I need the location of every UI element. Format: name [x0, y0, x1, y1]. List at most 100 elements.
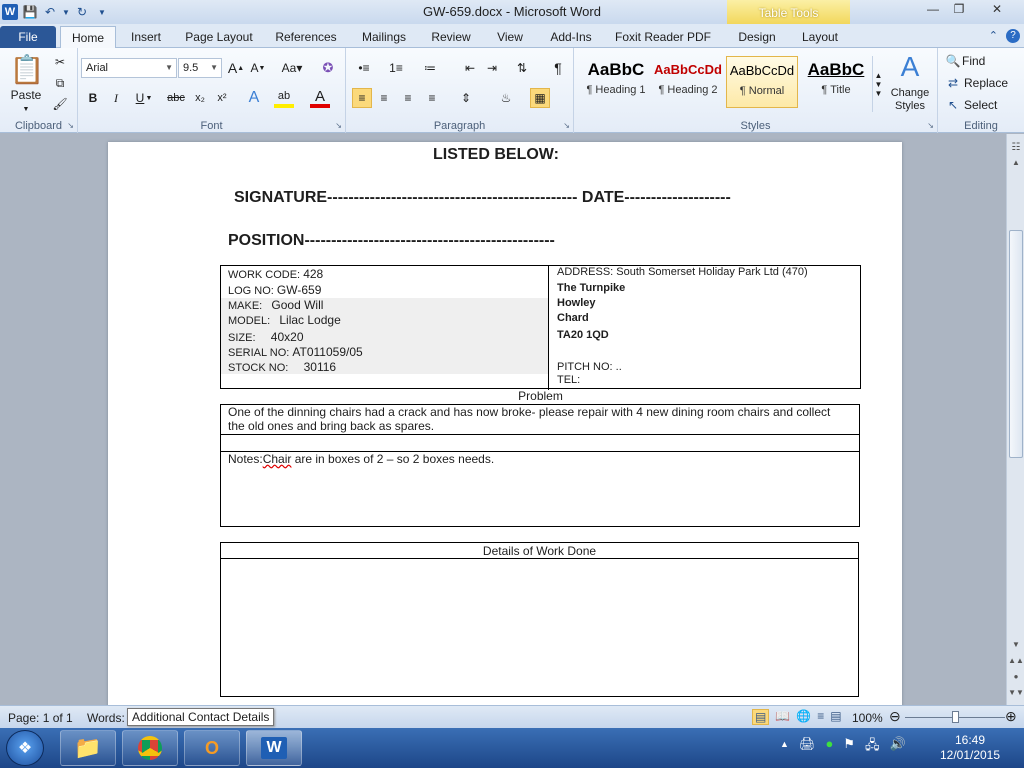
select-button[interactable]: Select [964, 97, 1014, 113]
change-styles-button[interactable]: Change Styles [884, 86, 936, 114]
explorer-taskbar-button[interactable]: 📁 [60, 730, 116, 766]
next-page-icon[interactable]: ▼▼ [1007, 688, 1024, 702]
underline-dropdown-icon[interactable]: ▼ [144, 88, 154, 108]
document-page[interactable]: LISTED BELOW: SIGNATURE-----------------… [108, 142, 902, 705]
printer-icon[interactable]: 🖨 [799, 736, 816, 758]
font-color-icon[interactable]: A [310, 88, 330, 108]
flag-icon[interactable]: ⚑ [843, 736, 855, 758]
grow-font-icon[interactable]: A ▲ [226, 58, 246, 78]
subscript-button[interactable]: x₂ [190, 88, 210, 108]
tab-references[interactable]: References [272, 26, 340, 48]
numbering-icon[interactable]: 1≡ [386, 58, 406, 78]
align-center-icon[interactable]: ≡ [374, 88, 394, 108]
tab-add-ins[interactable]: Add-Ins [546, 26, 596, 48]
word-taskbar-button[interactable]: W [246, 730, 302, 766]
bold-button[interactable]: B [83, 88, 103, 108]
start-button[interactable]: ❖ [6, 730, 44, 766]
outlook-taskbar-button[interactable]: O [184, 730, 240, 766]
chrome-taskbar-button[interactable] [122, 730, 178, 766]
close-button[interactable]: ✕ [971, 0, 1023, 18]
blank-row[interactable] [220, 434, 860, 452]
vertical-scrollbar[interactable]: ☷ ▲ ▼ ▲▲ ● ▼▼ [1006, 134, 1024, 705]
web-layout-icon[interactable]: 🌐 [796, 709, 811, 725]
increase-indent-icon[interactable]: ⇥ [482, 58, 502, 78]
browse-object-icon[interactable]: ● [1007, 672, 1024, 686]
align-left-icon[interactable]: ≡ [352, 88, 372, 108]
style-heading-2[interactable]: AaBbCcDd ¶ Heading 2 [652, 56, 724, 108]
tab-mailings[interactable]: Mailings [356, 26, 412, 48]
clear-formatting-icon[interactable]: ✪ [318, 58, 338, 78]
show-formatting-marks-icon[interactable]: ¶ [548, 58, 568, 78]
styles-launcher-icon[interactable]: ↘ [927, 121, 934, 130]
zoom-slider-handle[interactable] [952, 711, 959, 723]
font-size-dropdown[interactable]: 9.5 ▼ [178, 58, 222, 78]
zoom-in-icon[interactable]: ⊕ [1005, 708, 1017, 725]
scroll-up-arrow[interactable]: ▲ [1007, 158, 1024, 172]
full-screen-reading-icon[interactable]: 📖 [775, 709, 790, 725]
line-spacing-icon[interactable]: ⇕ [456, 88, 476, 108]
document-area[interactable]: LISTED BELOW: SIGNATURE-----------------… [0, 134, 1006, 705]
highlight-icon[interactable]: ab [274, 88, 294, 108]
justify-icon[interactable]: ≡ [422, 88, 442, 108]
shrink-font-icon[interactable]: A ▼ [248, 58, 268, 78]
notes-cell[interactable]: Notes:Chair are in boxes of 2 – so 2 box… [220, 451, 860, 527]
strikethrough-button[interactable]: abc [164, 88, 188, 108]
problem-cell[interactable]: One of the dinning chairs had a crack an… [220, 404, 860, 435]
bullets-icon[interactable]: •≡ [354, 58, 374, 78]
multilevel-list-icon[interactable]: ≔ [420, 58, 440, 78]
scroll-down-arrow[interactable]: ▼ [1007, 640, 1024, 654]
scroll-thumb[interactable] [1009, 230, 1023, 458]
paragraph-launcher-icon[interactable]: ↘ [563, 121, 570, 130]
draft-icon[interactable]: ▤ [830, 709, 841, 725]
sort-icon[interactable]: ⇅ [512, 58, 532, 78]
tab-design[interactable]: Design [733, 26, 781, 48]
zoom-level[interactable]: 100% [852, 711, 883, 725]
copy-icon[interactable]: ⧉ [50, 73, 70, 93]
decrease-indent-icon[interactable]: ⇤ [460, 58, 480, 78]
clock[interactable]: 16:49 12/01/2015 [930, 733, 1010, 763]
paste-button[interactable]: Paste [4, 88, 48, 102]
tab-file[interactable]: File [0, 26, 56, 48]
help-icon[interactable]: ? [1006, 29, 1020, 43]
minimize-ribbon-icon[interactable]: ⌃ [989, 29, 998, 43]
tab-page-layout[interactable]: Page Layout [183, 26, 255, 48]
paste-icon[interactable]: 📋 [8, 52, 46, 86]
tab-home[interactable]: Home [60, 26, 116, 49]
job-info-cell[interactable]: WORK CODE: 428 LOG NO: GW-659 MAKE: Good… [221, 266, 549, 390]
style-normal[interactable]: AaBbCcDd ¶ Normal [726, 56, 798, 108]
tab-layout[interactable]: Layout [797, 26, 843, 48]
text-effects-icon[interactable]: A [244, 88, 264, 108]
tab-view[interactable]: View [492, 26, 528, 48]
maximize-button[interactable]: ❐ [945, 0, 973, 18]
styles-scroll-icon[interactable]: ▲ ▼ ▼ [872, 56, 884, 112]
tab-review[interactable]: Review [428, 26, 474, 48]
minimize-button[interactable]: — [919, 0, 947, 18]
change-styles-icon[interactable]: A [890, 51, 930, 82]
italic-button[interactable]: I [106, 88, 126, 108]
clipboard-launcher-icon[interactable]: ↘ [67, 121, 74, 130]
replace-button[interactable]: Replace [964, 75, 1014, 91]
details-cell[interactable] [220, 558, 859, 697]
borders-icon[interactable]: ▦ [530, 88, 550, 108]
cut-icon[interactable]: ✂ [50, 52, 70, 72]
status-green-icon[interactable]: ● [825, 736, 833, 758]
style-title[interactable]: AaBbC ¶ Title [800, 56, 872, 108]
previous-page-icon[interactable]: ▲▲ [1007, 656, 1024, 670]
tray-expand-icon[interactable]: ▲ [780, 736, 789, 758]
format-painter-icon[interactable]: 🖌 [50, 94, 70, 114]
ruler-toggle-icon[interactable]: ☷ [1007, 142, 1024, 156]
tab-insert[interactable]: Insert [124, 26, 168, 48]
tab-foxit-reader-pdf[interactable]: Foxit Reader PDF [614, 26, 712, 48]
print-layout-icon[interactable]: ▤ [752, 709, 770, 725]
font-launcher-icon[interactable]: ↘ [335, 121, 342, 130]
find-button[interactable]: Find [962, 53, 1002, 69]
font-name-dropdown[interactable]: Arial ▼ [81, 58, 177, 78]
paste-dropdown-icon[interactable]: ▼ [20, 104, 32, 114]
word-count[interactable]: Words: [87, 711, 125, 725]
details-header-cell[interactable]: Details of Work Done [220, 542, 859, 559]
change-case-icon[interactable]: Aa▾ [278, 58, 306, 78]
zoom-out-icon[interactable]: ⊖ [889, 708, 901, 725]
outline-icon[interactable]: ≡ [817, 709, 824, 725]
shading-icon[interactable]: ♨ [496, 88, 516, 108]
superscript-button[interactable]: x² [212, 88, 232, 108]
